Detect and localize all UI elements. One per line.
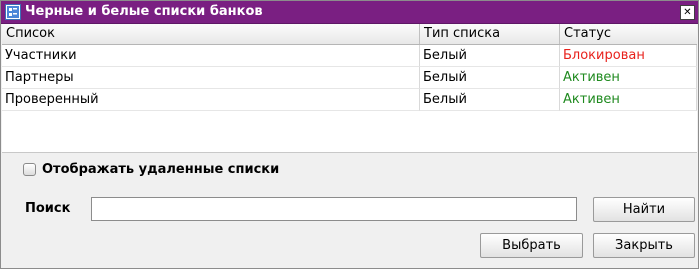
select-button[interactable]: Выбрать <box>480 233 583 258</box>
status-cell: Активен <box>560 89 697 111</box>
list-type-cell: Белый <box>420 67 560 89</box>
table-row[interactable]: Партнеры Белый Активен <box>2 67 697 89</box>
list-icon <box>5 4 21 20</box>
status-cell: Блокирован <box>560 45 697 67</box>
list-name-cell: Проверенный <box>2 89 420 111</box>
close-window-button[interactable]: ✕ <box>680 5 695 20</box>
close-button[interactable]: Закрыть <box>593 233 695 258</box>
close-icon: ✕ <box>683 6 692 18</box>
show-deleted-checkbox[interactable] <box>23 162 36 176</box>
window-title: Черные и белые списки банков <box>25 4 263 19</box>
lists-table: Список Тип списка Статус Участники Белый… <box>2 24 697 153</box>
table-row[interactable]: Участники Белый Блокирован <box>2 45 697 67</box>
search-input[interactable] <box>91 197 577 221</box>
list-name-cell: Участники <box>2 45 420 67</box>
find-button[interactable]: Найти <box>593 197 695 222</box>
bank-lists-dialog: Черные и белые списки банков ✕ Список Ти… <box>0 0 699 269</box>
status-cell: Активен <box>560 67 697 89</box>
table-row[interactable]: Проверенный Белый Активен <box>2 89 697 111</box>
table-header: Список Тип списка Статус <box>2 24 697 45</box>
title-bar[interactable]: Черные и белые списки банков ✕ <box>1 1 698 24</box>
show-deleted-option[interactable]: Отображать удаленные списки <box>23 160 279 178</box>
list-type-cell: Белый <box>420 89 560 111</box>
list-name-cell: Партнеры <box>2 67 420 89</box>
column-header-type[interactable]: Тип списка <box>420 24 560 44</box>
search-label: Поиск <box>25 201 71 216</box>
list-type-cell: Белый <box>420 45 560 67</box>
column-header-list[interactable]: Список <box>2 24 420 44</box>
show-deleted-label: Отображать удаленные списки <box>42 161 280 177</box>
column-header-status[interactable]: Статус <box>560 24 697 44</box>
